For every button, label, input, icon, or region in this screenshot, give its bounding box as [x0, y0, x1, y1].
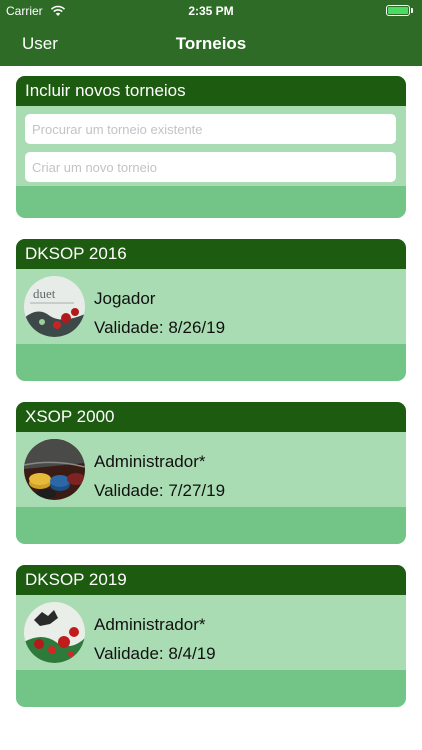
- page-title: Torneios: [175, 34, 247, 53]
- tournament-validity: Validade: 8/26/19: [94, 318, 226, 337]
- new-tournament-header: Incluir novos torneios: [16, 76, 406, 106]
- search-tournament-input[interactable]: [25, 114, 396, 144]
- tournament-card[interactable]: XSOP 2000 Administrador* Validade: 7/27/…: [16, 402, 406, 544]
- tournament-logo-avatar: duet: [24, 276, 85, 337]
- tournament-body: Administrador* Validade: 8/4/19: [16, 595, 406, 670]
- tournament-validity: Validade: 8/4/19: [94, 644, 216, 663]
- status-time: 2:35 PM: [188, 4, 234, 18]
- new-tournament-body: [16, 106, 406, 186]
- tournament-name: XSOP 2000: [16, 402, 406, 432]
- tournament-logo-avatar: [24, 602, 85, 663]
- tournament-name: DKSOP 2019: [16, 565, 406, 595]
- tournament-role: Administrador*: [94, 615, 206, 634]
- tournament-body: duet Jogador Validade: 8/26/19: [16, 269, 406, 344]
- tournament-logo-avatar: [24, 439, 85, 500]
- tournament-card[interactable]: DKSOP 2016 duet Jogador Validade: 8/26/1…: [16, 239, 406, 381]
- tournament-name: DKSOP 2016: [16, 239, 406, 269]
- tournament-role: Jogador: [94, 289, 156, 308]
- tournament-card[interactable]: DKSOP 2019 Administrador* Validade: 8/4/…: [16, 565, 406, 707]
- tournament-role: Administrador*: [94, 452, 206, 471]
- status-bar: Carrier 2:35 PM: [0, 0, 422, 22]
- svg-text:duet: duet: [33, 286, 56, 301]
- tournament-validity: Validade: 7/27/19: [94, 481, 226, 500]
- create-tournament-input[interactable]: [25, 152, 396, 182]
- battery-icon: [386, 5, 410, 16]
- tournament-body: Administrador* Validade: 7/27/19: [16, 432, 406, 507]
- new-tournament-card: Incluir novos torneios: [16, 76, 406, 218]
- navigation-bar: User Torneios: [0, 22, 422, 66]
- battery-tip: [411, 8, 413, 13]
